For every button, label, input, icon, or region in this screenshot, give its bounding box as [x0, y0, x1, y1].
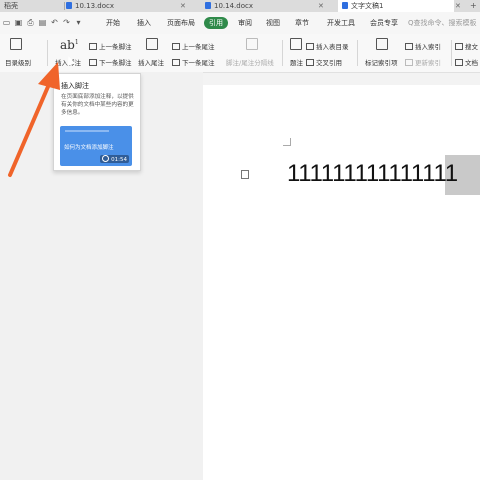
annotation-arrow: [8, 62, 60, 177]
arrow-head: [38, 62, 60, 90]
arrow-shaft: [8, 80, 52, 177]
